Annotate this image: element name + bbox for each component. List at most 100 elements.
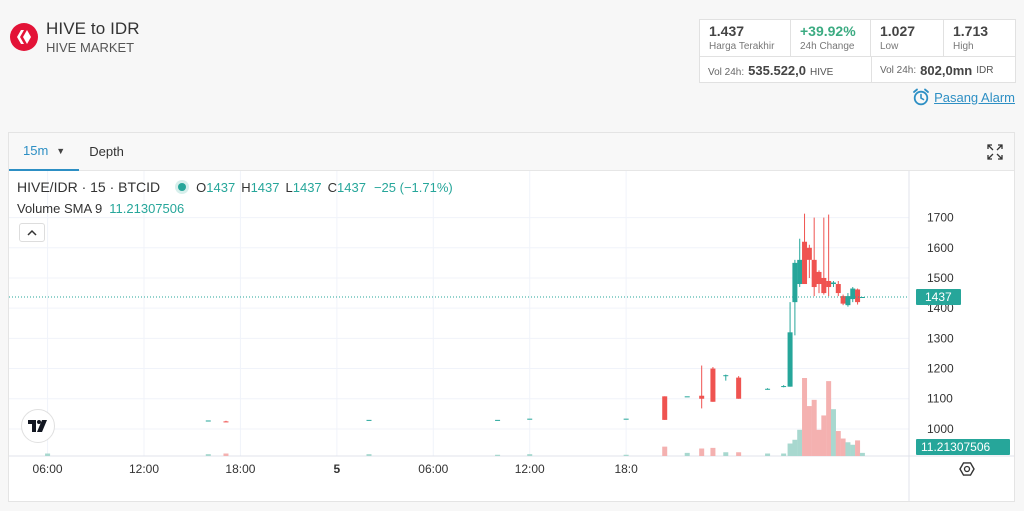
candle-body: [527, 418, 533, 420]
volume-bar: [366, 454, 372, 456]
tradingview-logo[interactable]: [21, 409, 55, 443]
candle-body: [792, 262, 798, 303]
chart-area[interactable]: HIVE/IDR · 15 · BTCID O1437 H1437 L1437 …: [9, 171, 1014, 501]
chart-panel: 15m ▼ Depth HIVE/IDR · 15 · BTCID O1437 …: [8, 132, 1015, 502]
volume-bar: [802, 378, 808, 456]
x-axis-tick-label: 12:00: [515, 462, 545, 476]
candle-body: [802, 241, 808, 285]
volume-bar: [736, 452, 742, 456]
volume-bar: [859, 452, 865, 456]
candle-body: [723, 375, 729, 377]
candle-body: [797, 259, 803, 285]
set-alarm-link[interactable]: Pasang Alarm: [912, 88, 1015, 106]
candle-body: [623, 418, 629, 420]
last-price-value: 1.437: [709, 23, 745, 39]
volume-bar: [830, 409, 836, 456]
volume-bar: [45, 453, 51, 456]
vol-quote-value: 802,0mn: [920, 62, 973, 78]
x-axis-tick-label: 12:00: [129, 462, 159, 476]
volume-bar: [684, 452, 690, 456]
candle-body: [699, 395, 705, 399]
candle-body: [830, 282, 836, 285]
chart-toolbar: 15m ▼ Depth: [9, 133, 1014, 171]
stat-24h-change: +39.92% 24h Change: [791, 20, 871, 56]
volume-bar: [811, 399, 817, 456]
fullscreen-button[interactable]: [986, 143, 1004, 166]
volume-bar: [845, 442, 851, 456]
volume-bar: [699, 448, 705, 456]
change-24h-value: +39.92%: [800, 23, 856, 39]
legend-open: O1437: [196, 179, 236, 195]
volume-bar: [792, 439, 798, 456]
y-axis-tick-label: 1000: [927, 422, 954, 436]
alarm-clock-icon: [913, 88, 929, 106]
volume-bar: [781, 453, 787, 456]
legend-close: C1437: [327, 179, 366, 195]
y-axis-tick-label: 1700: [927, 211, 954, 225]
collapse-legend-button[interactable]: [19, 223, 45, 242]
candle-body: [710, 368, 716, 402]
candle-body: [662, 396, 668, 420]
candle-body: [495, 419, 501, 421]
volume-bar: [710, 447, 716, 456]
x-axis-tick-label: 18:0: [614, 462, 638, 476]
volume-bar: [826, 381, 832, 456]
candle-body: [811, 259, 817, 288]
market-header: HIVE to IDR HIVE MARKET: [10, 20, 140, 54]
tab-depth[interactable]: Depth: [79, 144, 134, 159]
volume-bar: [223, 453, 229, 456]
fullscreen-icon: [987, 144, 1003, 160]
candle-body: [806, 247, 812, 260]
set-alarm-label: Pasang Alarm: [934, 89, 1015, 105]
candle-body: [821, 277, 827, 294]
legend-high: H1437: [241, 179, 280, 195]
stat-last-price: 1.437 Harga Terakhir: [700, 20, 791, 56]
volume-bar: [623, 454, 629, 456]
y-axis-tick-label: 1500: [927, 271, 954, 285]
stat-low: 1.027 Low: [871, 20, 944, 56]
high-value: 1.713: [953, 23, 989, 39]
low-label: Low: [880, 41, 899, 52]
legend-low: L1437: [285, 179, 322, 195]
volume-sma-label: Volume SMA 9: [17, 201, 103, 216]
chevron-up-icon: [27, 229, 37, 236]
volume-bar: [840, 438, 846, 456]
last-price-label: Harga Terakhir: [709, 41, 775, 52]
candle-body: [684, 396, 690, 398]
candle-body: [781, 386, 787, 388]
volume-24h-base: Vol 24h: 535.522,0 HIVE: [700, 63, 871, 78]
live-status-dot: [178, 183, 187, 191]
volume-bar: [723, 452, 729, 456]
x-axis-tick-label: 06:00: [418, 462, 448, 476]
stat-high: 1.713 High: [944, 20, 1015, 56]
market-stats-box: 1.437 Harga Terakhir +39.92% 24h Change …: [699, 19, 1016, 83]
vol-base-value: 535.522,0: [748, 62, 806, 78]
legend-symbol: HIVE/IDR · 15 · BTCID: [17, 179, 161, 195]
market-subtitle: HIVE MARKET: [46, 40, 135, 55]
volume-badge-label: 11.21307506: [921, 440, 991, 454]
high-label: High: [953, 41, 974, 52]
chart-legend: HIVE/IDR · 15 · BTCID O1437 H1437 L1437 …: [17, 179, 453, 216]
x-axis-tick-label: 18:00: [225, 462, 255, 476]
legend-change: −25 (−1.71%): [373, 179, 453, 195]
market-title: HIVE to IDR: [46, 19, 140, 38]
volume-bar: [850, 444, 856, 456]
candle-body: [835, 284, 841, 294]
volume-bar: [797, 429, 803, 456]
low-value: 1.027: [880, 23, 916, 39]
volume-24h-quote: Vol 24h: 802,0mn IDR: [871, 57, 1015, 83]
candle-body: [816, 271, 822, 285]
change-24h-label: 24h Change: [800, 41, 855, 52]
chart-settings-icon[interactable]: [959, 462, 975, 476]
volume-bar: [787, 443, 793, 456]
candle-body: [850, 288, 856, 300]
timeframe-label: 15m: [23, 143, 49, 158]
vol-quote-label: Vol 24h:: [880, 64, 917, 76]
candle-body: [223, 421, 229, 423]
candle-body: [855, 289, 861, 303]
volume-bar: [855, 440, 861, 456]
x-axis-tick-label: 06:00: [33, 462, 63, 476]
timeframe-dropdown[interactable]: 15m ▼: [9, 133, 80, 171]
price-chart[interactable]: 10001100120013001400150016001700143711.2…: [9, 171, 1014, 501]
volume-bar: [527, 454, 533, 456]
